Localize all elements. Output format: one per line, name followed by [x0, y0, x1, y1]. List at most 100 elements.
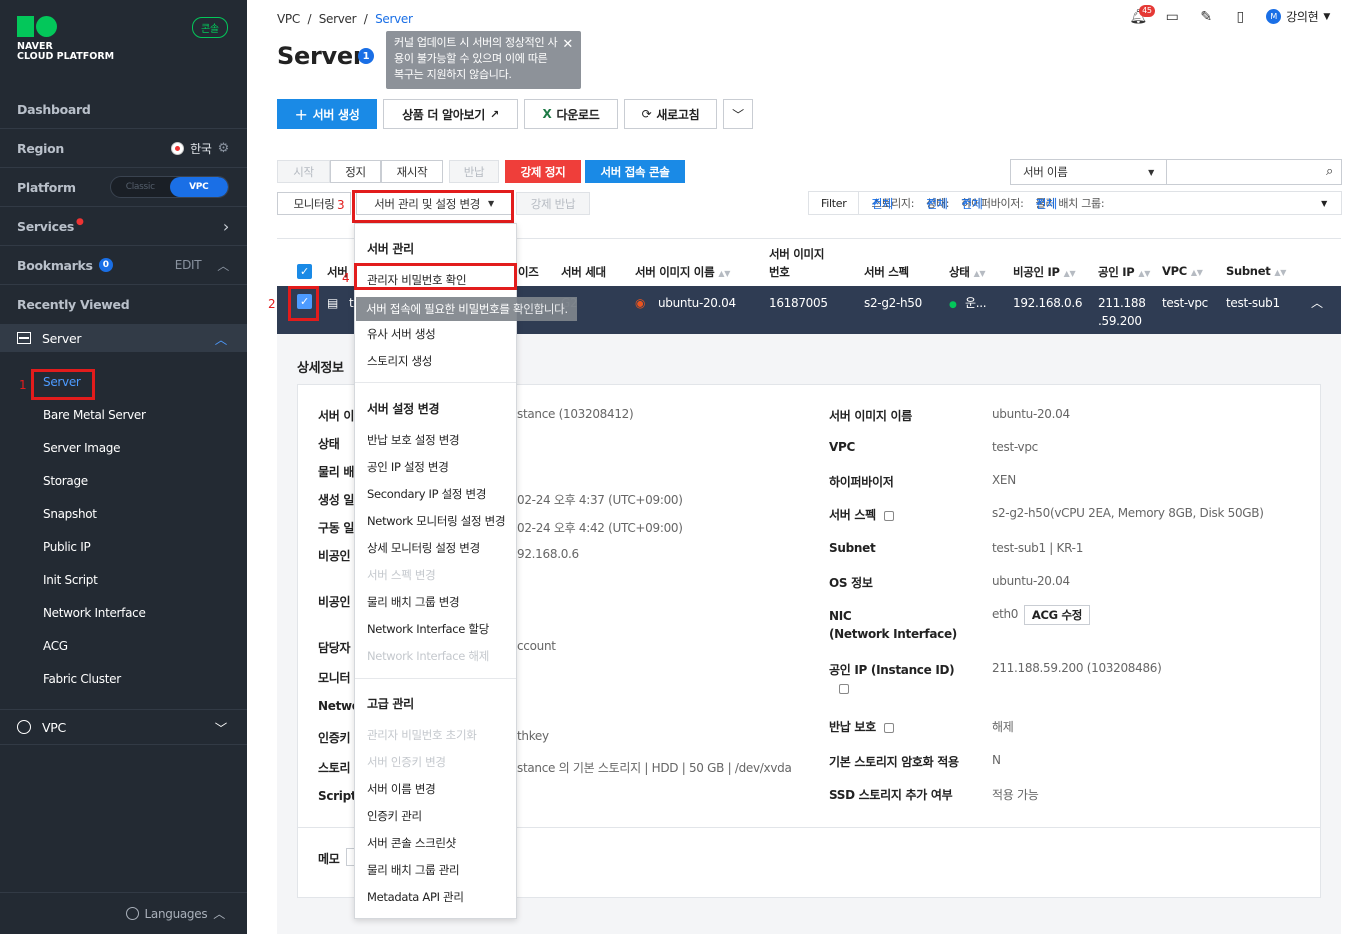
th-spec[interactable]: 서버 스펙: [864, 264, 909, 280]
sidebar-item-acg[interactable]: ACG: [43, 639, 68, 653]
nav-region[interactable]: Region 한국 ⚙: [0, 129, 247, 168]
platform-toggle[interactable]: Classic VPC: [110, 176, 229, 198]
new-dot-icon: ●: [76, 217, 84, 227]
th-public-ip[interactable]: 공인 IP ▲▼: [1098, 264, 1150, 280]
th-status-label: 상태: [949, 265, 970, 279]
filter-storage[interactable]: 스토리지: ✓ 전체: [871, 195, 914, 211]
nav-services[interactable]: Services ● ›: [0, 207, 247, 246]
menu-item[interactable]: Secondary IP 설정 변경: [367, 486, 486, 502]
annotation-number-4: 4: [342, 271, 350, 285]
annotation-number-3: 3: [337, 198, 345, 212]
search-field-value: 서버 이름: [1023, 165, 1068, 179]
menu-item-create-similar[interactable]: 유사 서버 생성: [367, 326, 436, 342]
refresh-button[interactable]: ⟳ 새로고침: [624, 99, 717, 129]
force-stop-button[interactable]: 강제 정지: [505, 160, 581, 183]
th-image-name-label: 서버 이미지 이름: [635, 265, 715, 279]
th-image-name[interactable]: 서버 이미지 이름 ▲▼: [635, 264, 730, 280]
chevron-up-icon[interactable]: ︿: [217, 257, 229, 274]
edit-icon[interactable]: ✎: [1198, 9, 1214, 25]
th-gen[interactable]: 서버 세대: [561, 264, 606, 280]
menu-item[interactable]: 반납 보호 설정 변경: [367, 432, 460, 448]
info-badge[interactable]: 1: [358, 48, 374, 64]
filter-bar[interactable]: Filter 스토리지: ✓ 전체 상태: ✓ 전체 하이퍼바이저: ✓ 전체 물리 배치 …: [808, 191, 1342, 215]
return-button[interactable]: 반납: [449, 160, 499, 183]
nav-vpc[interactable]: VPC ﹀: [0, 709, 247, 745]
select-all-checkbox[interactable]: ✓: [297, 264, 312, 279]
learn-more-button[interactable]: 상품 더 알아보기 ↗: [383, 99, 518, 129]
create-server-button[interactable]: + 서버 생성: [277, 99, 377, 129]
menu-item[interactable]: 물리 배치 그룹 관리: [367, 862, 460, 878]
close-icon[interactable]: ✕: [562, 37, 573, 53]
copy-icon[interactable]: [883, 510, 894, 521]
more-dropdown-button[interactable]: ﹀: [723, 99, 753, 129]
th-image-no[interactable]: 서버 이미지 번호: [769, 245, 824, 281]
download-button[interactable]: X 다운로드: [524, 99, 618, 129]
menu-item[interactable]: 상세 모니터링 설정 변경: [367, 540, 480, 556]
nav-recently-viewed[interactable]: Recently Viewed: [0, 285, 247, 324]
stop-button[interactable]: 정지: [330, 160, 381, 183]
restart-button[interactable]: 재시작: [381, 160, 443, 183]
sidebar-item-public-ip[interactable]: Public IP: [43, 540, 91, 554]
menu-item[interactable]: Metadata API 관리: [367, 889, 464, 905]
console-badge[interactable]: 콘솔: [192, 17, 228, 38]
sidebar-item-fabric-cluster[interactable]: Fabric Cluster: [43, 672, 121, 686]
sidebar-item-network-interface[interactable]: Network Interface: [43, 606, 146, 620]
breadcrumb-vpc[interactable]: VPC: [277, 12, 300, 26]
menu-item[interactable]: 공인 IP 설정 변경: [367, 459, 449, 475]
detail-label: 서버 이: [318, 409, 355, 423]
menu-item[interactable]: Network Interface 할당: [367, 621, 489, 637]
th-private-ip[interactable]: 비공인 IP ▲▼: [1013, 264, 1076, 280]
menu-item[interactable]: 인증키 관리: [367, 808, 422, 824]
breadcrumb-server[interactable]: Server: [319, 12, 357, 26]
bell-icon[interactable]: 🔔︎ 45: [1129, 4, 1155, 25]
bookmarks-edit[interactable]: EDIT: [175, 258, 202, 272]
nav-dashboard[interactable]: Dashboard: [0, 90, 247, 129]
gear-icon[interactable]: ⚙: [218, 141, 230, 156]
menu-item-disabled: 서버 스펙 변경: [367, 568, 436, 582]
nav-bookmarks[interactable]: Bookmarks 0 EDIT ︿: [0, 246, 247, 285]
sidebar-item-storage[interactable]: Storage: [43, 474, 88, 488]
filter-value: 전체: [871, 197, 893, 211]
server-console-button[interactable]: 서버 접속 콘솔: [585, 160, 685, 183]
detail-value: 02-24 오후 4:37 (UTC+09:00): [517, 493, 683, 507]
th-status[interactable]: 상태 ▲▼: [949, 264, 986, 280]
th-subnet[interactable]: Subnet ▲▼: [1226, 264, 1286, 278]
chat-icon[interactable]: ▭: [1164, 9, 1180, 25]
filter-status[interactable]: 상태: ✓ 전체: [926, 195, 949, 211]
copy-icon[interactable]: [883, 722, 894, 733]
nav-server-group[interactable]: Server ︿: [0, 324, 247, 352]
search-input[interactable]: ⌕: [1166, 159, 1342, 185]
languages-selector[interactable]: Languages ︿: [0, 892, 247, 934]
menu-item-create-storage[interactable]: 스토리지 생성: [367, 353, 432, 369]
book-icon[interactable]: ▯: [1232, 9, 1248, 25]
menu-item[interactable]: 물리 배치 그룹 변경: [367, 594, 460, 610]
search-icon[interactable]: ⌕: [1326, 164, 1333, 179]
filter-hypervisor[interactable]: 하이퍼바이저: ✓ 전체: [961, 195, 1024, 211]
detail-value: ccount: [517, 639, 556, 653]
plus-icon: +: [294, 104, 308, 124]
acg-edit-button[interactable]: ACG 수정: [1024, 605, 1090, 625]
search-field-select[interactable]: 서버 이름 ▼: [1010, 159, 1167, 185]
th-id[interactable]: 이즈: [518, 264, 539, 280]
sidebar-item-init-script[interactable]: Init Script: [43, 573, 98, 587]
filter-placement-group[interactable]: 물리 배치 그룹: ✓ 전체: [1036, 195, 1105, 211]
th-vpc[interactable]: VPC ▲▼: [1162, 264, 1203, 278]
user-menu[interactable]: M 강의현 ▼: [1266, 8, 1330, 25]
start-button[interactable]: 시작: [277, 160, 330, 183]
cell-name[interactable]: t: [349, 294, 354, 312]
sidebar-item-bare-metal-server[interactable]: Bare Metal Server: [43, 408, 146, 422]
detail-label-text-2: (Network Interface): [829, 627, 957, 641]
naver-cloud-logo[interactable]: NAVER CLOUD PLATFORM: [17, 16, 114, 62]
platform-classic[interactable]: Classic: [111, 177, 170, 197]
force-return-button[interactable]: 강제 반납: [516, 192, 590, 215]
menu-item[interactable]: 서버 이름 변경: [367, 781, 436, 797]
platform-vpc[interactable]: VPC: [169, 177, 228, 197]
detail-label: SSD 스토리지 추가 여부: [829, 788, 953, 802]
chevron-up-icon[interactable]: ︿: [1311, 294, 1323, 312]
sidebar-item-snapshot[interactable]: Snapshot: [43, 507, 97, 521]
sidebar-item-server-image[interactable]: Server Image: [43, 441, 120, 455]
caret-down-icon[interactable]: ▼: [1321, 199, 1327, 208]
menu-item[interactable]: 서버 콘솔 스크린샷: [367, 835, 456, 851]
menu-item[interactable]: Network 모니터링 설정 변경: [367, 513, 506, 529]
copy-icon[interactable]: [839, 684, 849, 694]
